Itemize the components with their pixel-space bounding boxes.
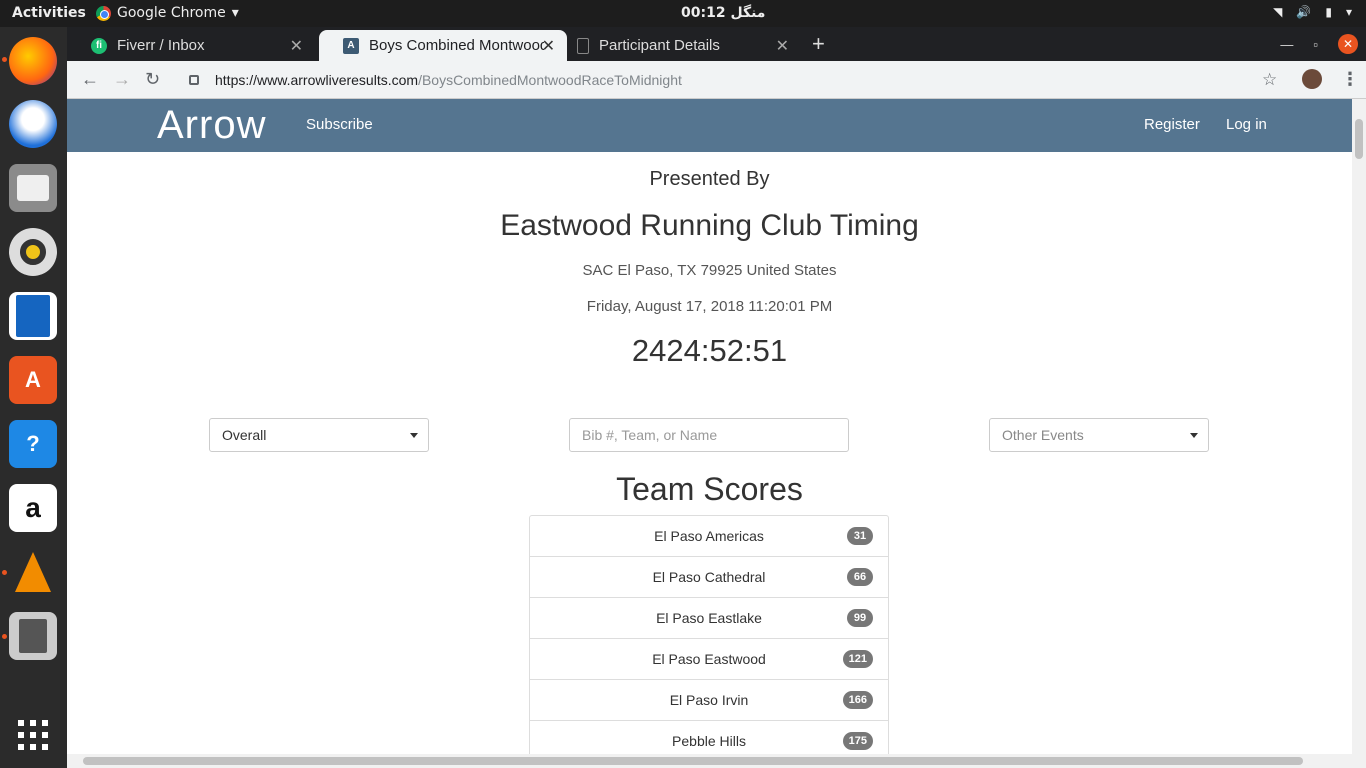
organizer-name: Eastwood Running Club Timing — [500, 209, 919, 242]
caret-down-icon — [410, 433, 418, 438]
team-name: El Paso Eastlake — [656, 610, 762, 626]
team-name: El Paso Cathedral — [652, 569, 766, 585]
volume-icon: 🔊 — [1296, 5, 1312, 19]
battery-icon: ▮ — [1325, 5, 1332, 19]
tab-label: Participant Details — [599, 37, 720, 54]
firefox-icon[interactable] — [9, 37, 57, 85]
tab-participant-details[interactable]: Participant Details ✕ — [553, 30, 801, 61]
score-badge: 121 — [842, 650, 873, 668]
horizontal-scrollbar[interactable] — [67, 754, 1366, 768]
tab-label: Boys Combined Montwood — [369, 37, 544, 54]
maximize-icon[interactable]: ▫ — [1313, 37, 1318, 52]
team-name: El Paso Irvin — [669, 692, 749, 708]
activities-button[interactable]: Activities — [12, 5, 86, 21]
bookmark-star-icon[interactable]: ☆ — [1262, 70, 1277, 90]
tab-label: Fiverr / Inbox — [117, 37, 205, 54]
url-path: /BoysCombinedMontwoodRaceToMidnight — [418, 72, 682, 88]
list-item[interactable]: El Paso Americas 31 — [530, 516, 888, 557]
minimize-icon[interactable]: — — [1280, 37, 1293, 52]
close-icon[interactable]: ✕ — [776, 36, 789, 56]
system-tray[interactable]: ◥ 🔊 ▮ ▾ — [1273, 5, 1352, 19]
installer-icon[interactable] — [9, 612, 57, 660]
other-events-select[interactable]: Other Events — [989, 418, 1209, 452]
thunderbird-icon[interactable] — [9, 100, 57, 148]
list-item[interactable]: El Paso Irvin 166 — [530, 680, 888, 721]
profile-avatar[interactable] — [1302, 69, 1322, 89]
vertical-scrollbar[interactable] — [1352, 99, 1366, 754]
vlc-icon[interactable] — [9, 548, 57, 596]
app-menu[interactable]: Google Chrome ▾ — [96, 5, 239, 21]
browser-toolbar: ← → ↻ https://www.arrowliveresults.com/B… — [67, 61, 1366, 99]
login-link[interactable]: Log in — [1226, 116, 1267, 133]
show-applications-icon[interactable] — [18, 720, 48, 750]
lock-icon[interactable] — [189, 75, 199, 85]
window-close-icon[interactable]: ✕ — [1338, 34, 1358, 54]
back-icon[interactable]: ← — [81, 69, 99, 90]
site-navbar: Arrow Subscribe Register Log in — [67, 99, 1352, 152]
files-icon[interactable] — [9, 164, 57, 212]
reload-icon[interactable]: ↻ — [145, 69, 160, 90]
other-events-value: Other Events — [1002, 427, 1084, 443]
url-host: https://www.arrowliveresults.com — [215, 72, 419, 88]
menu-kebab-icon[interactable]: ⋮ — [1341, 69, 1359, 90]
app-menu-label: Google Chrome — [117, 5, 226, 21]
dock: A ? a — [0, 27, 67, 768]
new-tab-button[interactable]: + — [812, 31, 825, 57]
team-scores-heading: Team Scores — [616, 471, 803, 507]
rhythmbox-icon[interactable] — [9, 228, 57, 276]
view-select[interactable]: Overall — [209, 418, 429, 452]
system-top-bar: Activities Google Chrome ▾ منگل 00:12 ◥ … — [0, 0, 1366, 27]
caret-down-icon — [1190, 433, 1198, 438]
elapsed-timer: 2424:52:51 — [631, 333, 788, 368]
subscribe-link[interactable]: Subscribe — [306, 116, 373, 133]
clock[interactable]: منگل 00:12 — [681, 5, 765, 21]
running-indicator — [2, 634, 7, 639]
list-item[interactable]: Pebble Hills 175 — [530, 721, 888, 754]
writer-icon[interactable] — [9, 292, 57, 340]
register-link[interactable]: Register — [1144, 116, 1200, 133]
forward-icon[interactable]: → — [113, 69, 131, 90]
team-name: Pebble Hills — [672, 733, 746, 749]
window-controls: — ▫ ✕ — [1280, 34, 1358, 54]
score-badge: 66 — [847, 568, 873, 586]
team-name: El Paso Americas — [654, 528, 764, 544]
list-item[interactable]: El Paso Eastwood 121 — [530, 639, 888, 680]
page-viewport: Arrow Subscribe Register Log in Presente… — [67, 99, 1352, 754]
chrome-icon — [96, 5, 111, 21]
page-icon — [577, 37, 589, 54]
address-bar[interactable]: https://www.arrowliveresults.com/BoysCom… — [175, 65, 1295, 95]
tab-fiverr[interactable]: fi Fiverr / Inbox ✕ — [67, 30, 315, 61]
amazon-icon[interactable]: a — [9, 484, 57, 532]
browser-window: fi Fiverr / Inbox ✕ A Boys Combined Mont… — [67, 27, 1366, 768]
view-select-value: Overall — [222, 427, 267, 443]
presented-by-label: Presented By — [649, 168, 770, 190]
score-badge: 166 — [842, 691, 873, 709]
arrow-logo[interactable]: Arrow — [157, 103, 266, 148]
list-item[interactable]: El Paso Eastlake 99 — [530, 598, 888, 639]
list-item[interactable]: El Paso Cathedral 66 — [530, 557, 888, 598]
arrow-favicon-icon: A — [343, 37, 359, 54]
score-badge: 99 — [847, 609, 873, 627]
wifi-icon: ◥ — [1273, 5, 1283, 19]
chevron-down-icon: ▾ — [231, 5, 239, 21]
scrollbar-thumb[interactable] — [83, 757, 1303, 765]
scrollbar-thumb[interactable] — [1355, 119, 1363, 159]
score-badge: 31 — [847, 527, 873, 545]
software-icon[interactable]: A — [9, 356, 57, 404]
event-address: SAC El Paso, TX 79925 United States — [582, 262, 837, 279]
close-icon[interactable]: ✕ — [290, 36, 303, 56]
chevron-down-icon: ▾ — [1345, 5, 1352, 19]
event-datetime: Friday, August 17, 2018 11:20:01 PM — [586, 298, 833, 315]
tab-boys-combined[interactable]: A Boys Combined Montwood ✕ — [319, 30, 567, 61]
running-indicator — [2, 57, 7, 62]
team-scores-list: El Paso Americas 31 El Paso Cathedral 66… — [529, 515, 889, 754]
tab-strip: fi Fiverr / Inbox ✕ A Boys Combined Mont… — [67, 27, 1366, 61]
search-input[interactable] — [569, 418, 849, 452]
running-indicator — [2, 570, 7, 575]
team-name: El Paso Eastwood — [652, 651, 766, 667]
fiverr-icon: fi — [91, 37, 107, 54]
score-badge: 175 — [842, 732, 873, 750]
help-icon[interactable]: ? — [9, 420, 57, 468]
